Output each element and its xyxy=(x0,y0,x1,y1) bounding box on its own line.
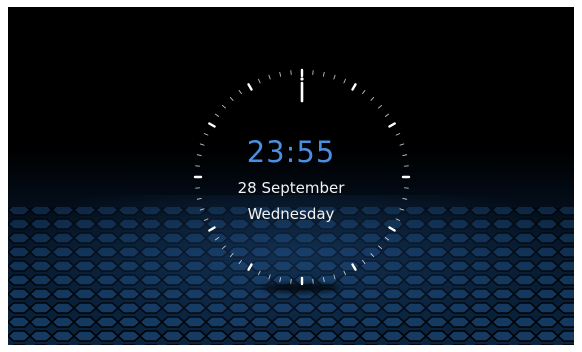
minute-tick xyxy=(229,253,234,257)
minute-tick xyxy=(322,71,325,77)
minute-tick xyxy=(214,113,220,117)
minute-tick xyxy=(370,97,375,101)
hour-tick xyxy=(247,263,253,271)
minute-tick xyxy=(333,274,336,280)
minute-tick xyxy=(333,74,336,80)
minute-tick xyxy=(222,245,226,250)
minute-tick xyxy=(279,277,282,283)
minute-tick xyxy=(196,197,202,200)
hour-tick xyxy=(208,226,216,232)
hour-tick xyxy=(351,263,357,271)
minute-tick xyxy=(238,89,242,95)
minute-tick xyxy=(268,74,271,80)
minute-tick xyxy=(258,270,261,276)
minute-tick xyxy=(402,197,408,200)
minute-tick xyxy=(384,237,390,241)
weekday-label: Wednesday xyxy=(247,205,335,223)
minute-tick xyxy=(268,274,271,280)
hand-dot xyxy=(300,77,304,81)
minute-tick xyxy=(362,259,366,265)
analog-clock-face xyxy=(193,68,411,286)
minute-tick xyxy=(343,78,346,84)
hour-tick xyxy=(247,83,253,91)
hour-tick xyxy=(388,226,396,232)
hour-tick xyxy=(208,122,216,128)
minute-tick xyxy=(384,113,390,117)
minute-tick xyxy=(378,245,382,250)
minute-tick xyxy=(258,78,261,84)
minute-tick xyxy=(238,259,242,265)
minute-tick xyxy=(279,71,282,77)
minute-tick xyxy=(343,270,346,276)
hour-tick xyxy=(388,122,396,128)
hour-tick xyxy=(351,83,357,91)
date-label: 28 September xyxy=(237,179,345,197)
minute-tick xyxy=(222,104,226,109)
minute-tick xyxy=(362,89,366,95)
minute-tick xyxy=(229,97,234,101)
minute-tick xyxy=(370,253,375,257)
minute-tick xyxy=(378,104,382,109)
digital-time: 23:55 xyxy=(246,135,336,169)
minute-tick xyxy=(322,277,325,283)
clock-screen: 23:55 28 September Wednesday xyxy=(8,7,574,345)
minute-tick xyxy=(214,237,220,241)
